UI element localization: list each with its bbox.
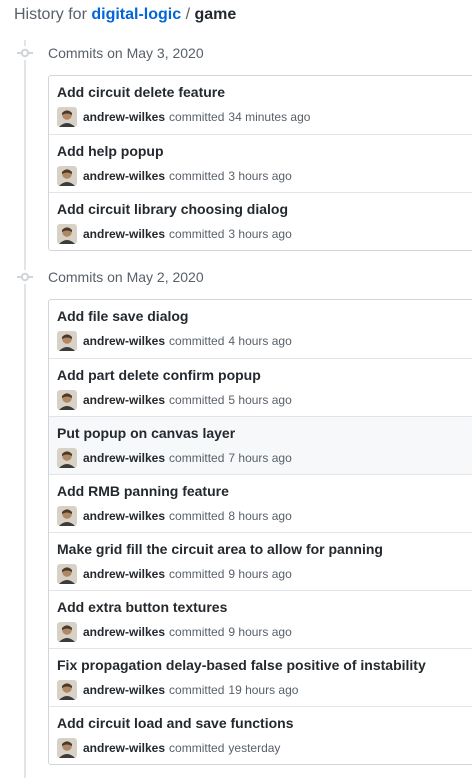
user-avatar[interactable] <box>57 738 77 758</box>
commit-meta: andrew-wilkes committed 4 hours ago <box>57 331 292 351</box>
commit-meta: andrew-wilkes committed 19 hours ago <box>57 680 298 700</box>
author-link[interactable]: andrew-wilkes <box>83 169 165 183</box>
commit-item: Add file save dialog andrew-wilkes commi… <box>49 300 472 358</box>
commit-meta: andrew-wilkes committed 3 hours ago <box>57 166 292 186</box>
commit-time: 9 hours ago <box>228 567 292 581</box>
commit-item: Add circuit library choosing dialog andr… <box>49 192 472 250</box>
commit-meta: andrew-wilkes committed 3 hours ago <box>57 224 292 244</box>
commit-title-link[interactable]: Add extra button textures <box>57 599 227 616</box>
commit-time: 34 minutes ago <box>228 110 311 124</box>
commit-meta: andrew-wilkes committed 9 hours ago <box>57 622 292 642</box>
commit-time: 4 hours ago <box>228 334 292 348</box>
commit-item: Add circuit delete feature andrew-wilkes… <box>49 76 472 134</box>
commit-item: Fix propagation delay-based false positi… <box>49 648 472 706</box>
commit-title-link[interactable]: Add circuit library choosing dialog <box>57 201 288 218</box>
user-avatar[interactable] <box>57 107 77 127</box>
commit-meta: andrew-wilkes committed 34 minutes ago <box>57 107 310 127</box>
timeline-line <box>24 40 26 778</box>
committed-label: committed <box>169 334 225 348</box>
committed-label: committed <box>169 227 225 241</box>
repo-link[interactable]: digital-logic <box>91 6 181 23</box>
commit-group-date: Commits on May 3, 2020 <box>48 45 204 61</box>
commit-meta: andrew-wilkes committed 9 hours ago <box>57 564 292 584</box>
commit-item: Put popup on canvas layer andrew-wilkes … <box>49 416 472 474</box>
committed-label: committed <box>169 683 225 697</box>
committed-label: committed <box>169 169 225 183</box>
commit-time: 9 hours ago <box>228 625 292 639</box>
committed-label: committed <box>169 741 225 755</box>
author-link[interactable]: andrew-wilkes <box>83 334 165 348</box>
author-link[interactable]: andrew-wilkes <box>83 567 165 581</box>
commit-meta: andrew-wilkes committed 8 hours ago <box>57 506 292 526</box>
author-link[interactable]: andrew-wilkes <box>83 509 165 523</box>
user-avatar[interactable] <box>57 680 77 700</box>
commit-group-date: Commits on May 2, 2020 <box>48 269 204 285</box>
commit-item: Add RMB panning feature andrew-wilkes co… <box>49 474 472 532</box>
commit-title-link[interactable]: Fix propagation delay-based false positi… <box>57 657 426 674</box>
commit-item: Add part delete confirm popup andrew-wil… <box>49 358 472 416</box>
commit-time: 7 hours ago <box>228 451 292 465</box>
commit-list: Add circuit delete feature andrew-wilkes… <box>48 75 472 251</box>
commit-title-link[interactable]: Add help popup <box>57 143 164 160</box>
commit-title-link[interactable]: Put popup on canvas layer <box>57 425 235 442</box>
user-avatar[interactable] <box>57 390 77 410</box>
commit-title-link[interactable]: Add circuit delete feature <box>57 84 225 101</box>
commit-group-header: Commits on May 3, 2020 <box>0 43 472 63</box>
commit-meta: andrew-wilkes committed 5 hours ago <box>57 390 292 410</box>
commit-time: 19 hours ago <box>228 683 299 697</box>
user-avatar[interactable] <box>57 331 77 351</box>
committed-label: committed <box>169 451 225 465</box>
commit-item: Add extra button textures andrew-wilkes … <box>49 590 472 648</box>
git-commit-icon <box>17 46 33 60</box>
commit-title-link[interactable]: Make grid fill the circuit area to allow… <box>57 541 383 558</box>
author-link[interactable]: andrew-wilkes <box>83 683 165 697</box>
author-link[interactable]: andrew-wilkes <box>83 451 165 465</box>
commit-time: 3 hours ago <box>228 227 292 241</box>
author-link[interactable]: andrew-wilkes <box>83 741 165 755</box>
path-separator: / <box>185 6 191 23</box>
git-commit-icon <box>17 270 33 284</box>
commit-group-header: Commits on May 2, 2020 <box>0 267 472 287</box>
commit-meta: andrew-wilkes committed yesterday <box>57 738 280 758</box>
commit-title-link[interactable]: Add part delete confirm popup <box>57 367 261 384</box>
committed-label: committed <box>169 509 225 523</box>
user-avatar[interactable] <box>57 224 77 244</box>
commit-item: Add help popup andrew-wilkes committed 3… <box>49 134 472 192</box>
user-avatar[interactable] <box>57 166 77 186</box>
page-title: History for digital-logic / game <box>14 5 236 25</box>
commit-item: Make grid fill the circuit area to allow… <box>49 532 472 590</box>
commit-time: 8 hours ago <box>228 509 292 523</box>
commit-item: Add circuit load and save functions andr… <box>49 706 472 764</box>
commit-meta: andrew-wilkes committed 7 hours ago <box>57 448 292 468</box>
committed-label: committed <box>169 110 225 124</box>
commit-time: 3 hours ago <box>228 169 292 183</box>
user-avatar[interactable] <box>57 506 77 526</box>
commit-title-link[interactable]: Add RMB panning feature <box>57 483 229 500</box>
path-file-name: game <box>194 6 237 23</box>
commit-time: yesterday <box>228 741 281 755</box>
commit-title-link[interactable]: Add circuit load and save functions <box>57 715 293 732</box>
commit-title-link[interactable]: Add file save dialog <box>57 308 188 325</box>
author-link[interactable]: andrew-wilkes <box>83 625 165 639</box>
user-avatar[interactable] <box>57 564 77 584</box>
author-link[interactable]: andrew-wilkes <box>83 110 165 124</box>
history-prefix: History for <box>14 6 87 23</box>
commit-time: 5 hours ago <box>228 393 292 407</box>
committed-label: committed <box>169 567 225 581</box>
user-avatar[interactable] <box>57 622 77 642</box>
author-link[interactable]: andrew-wilkes <box>83 227 165 241</box>
commit-list: Add file save dialog andrew-wilkes commi… <box>48 299 472 765</box>
user-avatar[interactable] <box>57 448 77 468</box>
author-link[interactable]: andrew-wilkes <box>83 393 165 407</box>
committed-label: committed <box>169 625 225 639</box>
committed-label: committed <box>169 393 225 407</box>
